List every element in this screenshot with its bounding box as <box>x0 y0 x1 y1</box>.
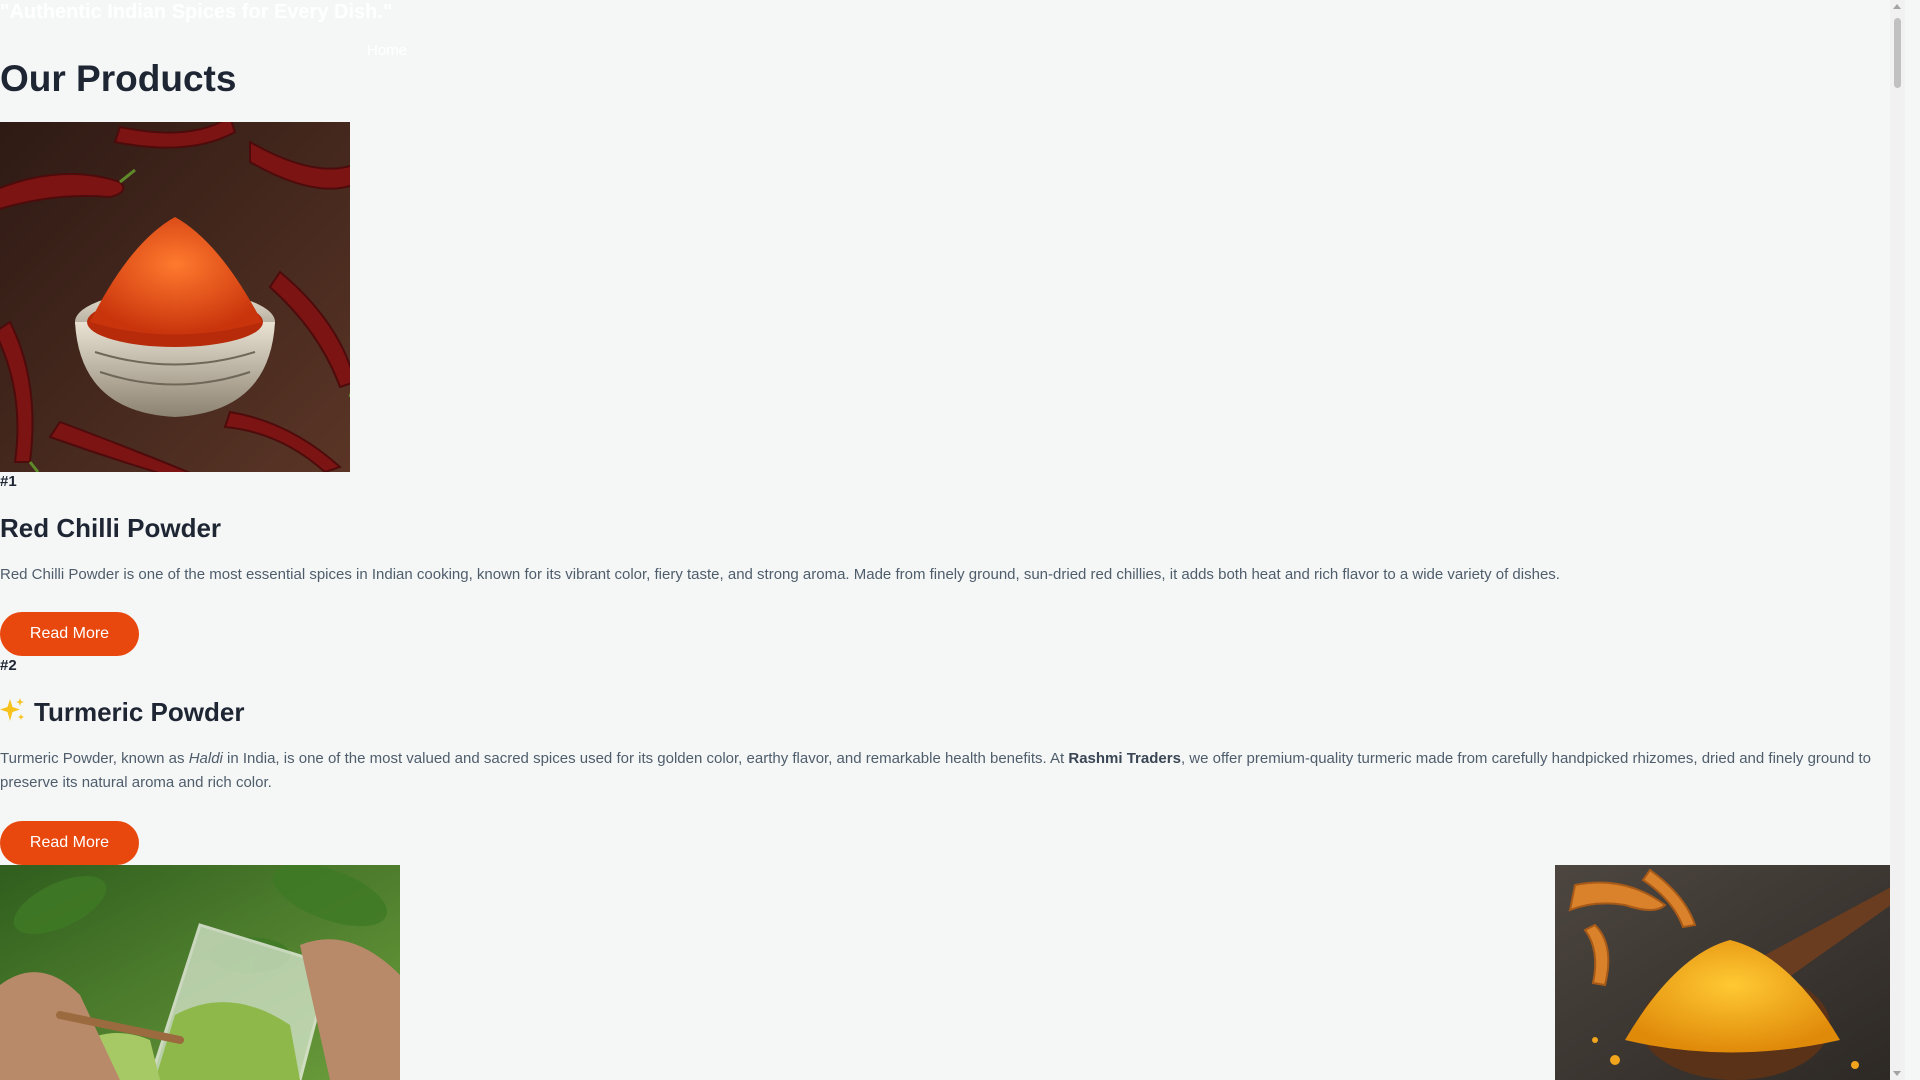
product-rank-2: #2 <box>0 657 17 674</box>
page-title: Our Products <box>0 58 237 99</box>
site-tagline: "Authentic Indian Spices for Every Dish.… <box>0 1 393 23</box>
read-more-button-red-chilli[interactable]: Read More <box>0 612 139 656</box>
turmeric-powder-image <box>1555 865 1905 1080</box>
read-more-button-turmeric[interactable]: Read More <box>0 821 139 865</box>
sparkles-icon <box>0 697 26 731</box>
vertical-scrollbar[interactable] <box>1890 0 1905 1080</box>
scroll-up-icon[interactable] <box>1893 4 1901 9</box>
product-title-turmeric: Turmeric Powder <box>34 697 245 727</box>
brand-name: Rashmi Traders <box>1068 750 1181 767</box>
scrollbar-thumb[interactable] <box>1894 18 1901 88</box>
green-powder-jar-image <box>0 865 400 1080</box>
nav-link-home[interactable]: Home <box>367 42 407 59</box>
product-title-red-chilli: Red Chilli Powder <box>0 513 222 543</box>
red-chilli-powder-image <box>0 122 350 472</box>
page: "Authentic Indian Spices for Every Dish.… <box>0 0 1905 1080</box>
haldi-term: Haldi <box>188 750 223 767</box>
product-rank-1: #1 <box>0 473 17 490</box>
product-title-turmeric-wrapper: Turmeric Powder <box>0 695 244 731</box>
scroll-down-icon[interactable] <box>1893 1071 1901 1076</box>
product-description-red-chilli: Red Chilli Powder is one of the most ess… <box>0 566 1560 583</box>
product-description-turmeric: Turmeric Powder, known as Haldi in India… <box>0 750 1871 791</box>
